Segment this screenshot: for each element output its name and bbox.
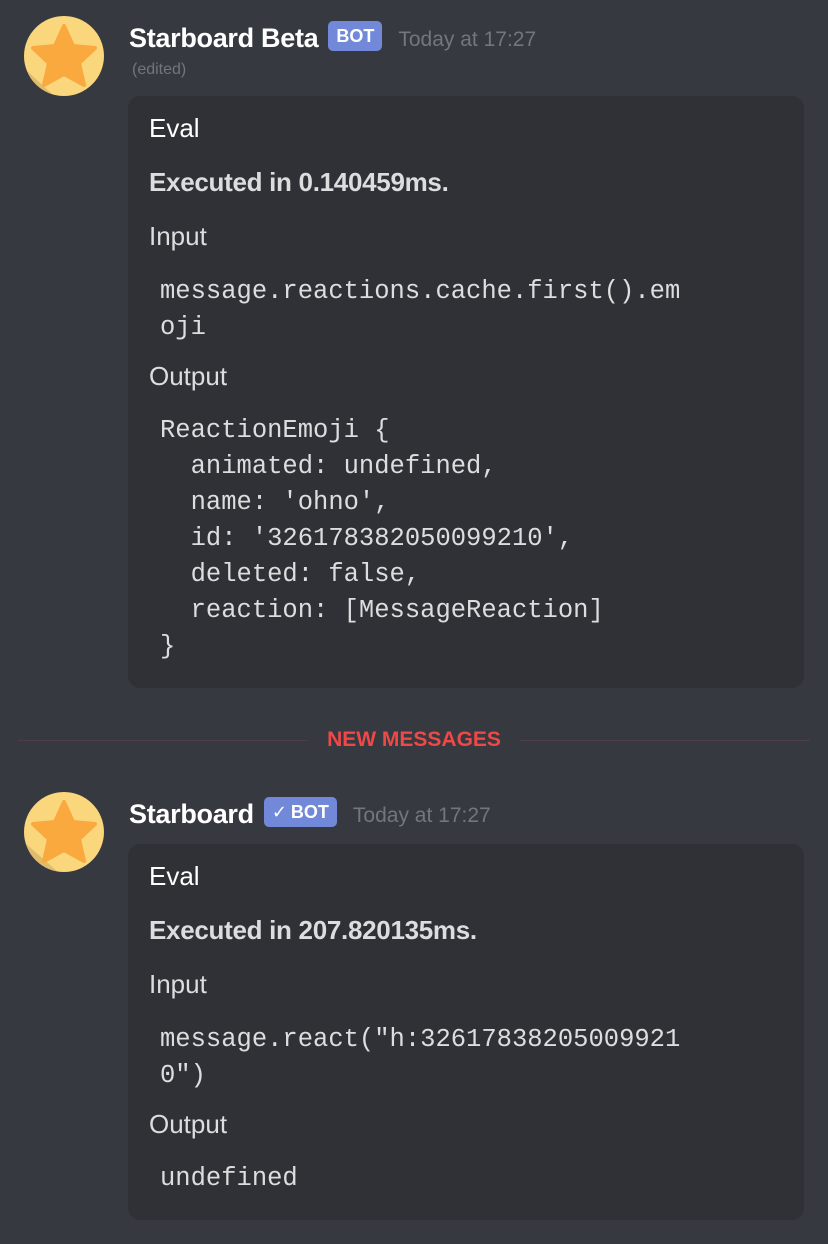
message-header: Starboard Beta BOT Today at 17:27 <box>129 18 536 58</box>
embed-title: Eval <box>149 861 200 891</box>
bot-tag-label: BOT <box>290 801 329 822</box>
code-block-output: ReactionEmoji { animated: undefined, nam… <box>160 416 604 661</box>
message-starboard-beta: Starboard Beta BOT Today at 17:27 (edite… <box>0 0 828 700</box>
code-block-input: message.reactions.cache.first().em oji <box>160 277 681 342</box>
star-avatar-icon <box>24 792 104 872</box>
avatar[interactable] <box>24 16 104 96</box>
code-block-output: undefined <box>160 1164 298 1193</box>
message-starboard: Starboard ✓ BOT Today at 17:27 Eval Exec… <box>0 780 828 1240</box>
eval-embed: Eval Executed in 207.820135ms. Input mes… <box>128 844 804 1220</box>
field-name-input: Input <box>149 221 207 251</box>
username[interactable]: Starboard Beta <box>129 23 319 54</box>
edited-label: (edited) <box>132 61 187 78</box>
avatar[interactable] <box>24 792 104 872</box>
username[interactable]: Starboard <box>129 799 254 830</box>
star-avatar-icon <box>24 16 104 96</box>
embed-title: Eval <box>149 113 200 143</box>
field-name-output: Output <box>149 361 228 391</box>
message-header: Starboard ✓ BOT Today at 17:27 <box>129 794 491 834</box>
new-messages-divider: NEW MESSAGES <box>0 726 828 754</box>
eval-embed: Eval Executed in 0.140459ms. Input messa… <box>128 96 804 688</box>
checkmark-icon: ✓ <box>271 801 287 822</box>
bot-tag: BOT <box>328 21 383 51</box>
new-messages-label: NEW MESSAGES <box>309 728 519 751</box>
verified-bot-tag: ✓ BOT <box>263 797 337 827</box>
embed-description: Executed in 207.820135ms. <box>149 915 477 945</box>
field-name-output: Output <box>149 1109 228 1139</box>
timestamp: Today at 17:27 <box>352 804 491 827</box>
embed-description: Executed in 0.140459ms. <box>149 167 449 197</box>
field-name-input: Input <box>149 969 207 999</box>
timestamp: Today at 17:27 <box>398 28 537 51</box>
code-block-input: message.react("h:32617838205009921 0") <box>160 1025 681 1090</box>
